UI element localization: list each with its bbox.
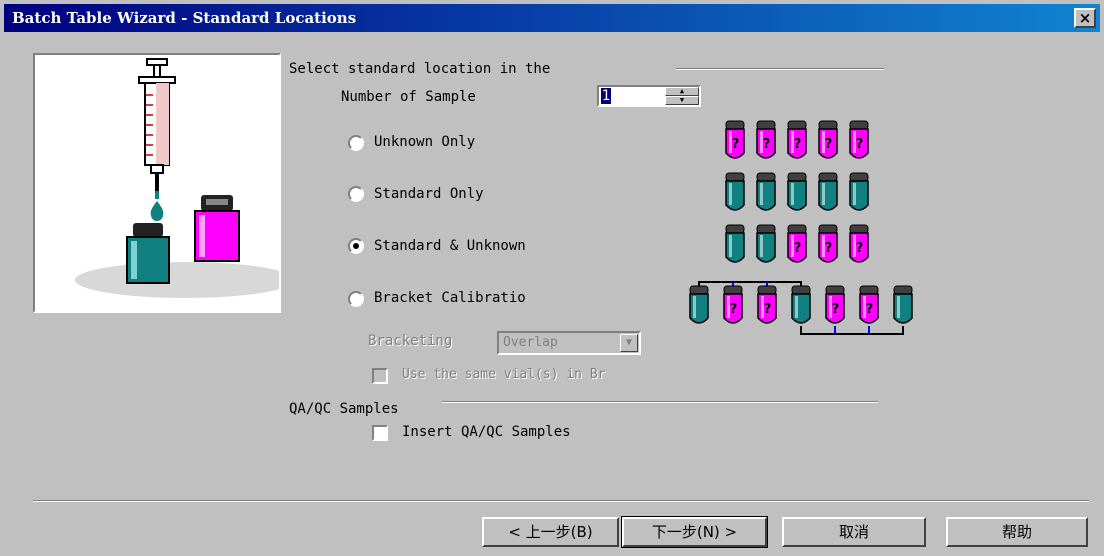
svg-text:?: ? [732,137,740,152]
same-vial-label: Use the same vial(s) in Br [402,367,606,382]
title-bar[interactable]: Batch Table Wizard - Standard Locations … [4,4,1100,32]
cancel-button[interactable]: 取消 [782,517,926,547]
vial-standard-icon [725,172,745,211]
bracketing-value: Overlap [503,335,558,350]
back-button[interactable]: < 上一步(B) [482,517,619,547]
qaqc-group-line [442,401,878,403]
svg-text:?: ? [856,137,864,152]
syringe-vials-illustration [75,58,295,298]
svg-text:?: ? [764,302,772,317]
vial-standard-icon [818,172,838,211]
close-icon: × [1078,9,1092,27]
vial-standard-icon [791,285,811,324]
window-title: Batch Table Wizard - Standard Locations [12,9,357,27]
vial-standard-icon [849,172,869,211]
radio-standard-only[interactable] [348,186,364,202]
number-of-sample-value[interactable]: 1 [601,88,611,104]
radio-standard-and-unknown[interactable] [348,238,364,254]
vial-question-icon: ? [849,120,869,159]
svg-text:?: ? [794,241,802,256]
vial-standard-icon [756,224,776,263]
insert-qaqc-label[interactable]: Insert QA/QC Samples [402,424,571,440]
vial-standard-icon [893,285,913,324]
svg-text:?: ? [794,137,802,152]
button-separator [33,500,1089,502]
location-group-line [676,68,884,70]
unknown-bottle-icon [194,195,240,262]
vial-pattern-diagrams: ???????????? [689,120,913,335]
vial-standard-icon [689,285,709,324]
vial-standard-icon [756,172,776,211]
bracketing-label: Bracketing [368,333,453,349]
vial-question-icon: ? [757,285,777,324]
svg-text:?: ? [856,241,864,256]
number-of-sample-spinner[interactable]: 1 ▲ ▼ [597,85,701,107]
insert-qaqc-checkbox[interactable] [372,425,388,441]
number-of-sample-label: Number of Sample [341,89,476,105]
spinner-arrows[interactable]: ▲ ▼ [665,87,699,105]
vial-question-icon: ? [723,285,743,324]
standard-and-unknown-label[interactable]: Standard & Unknown [374,238,526,254]
bracketing-select[interactable]: Overlap ▼ [497,331,641,355]
radio-unknown-only[interactable] [348,135,364,151]
unknown-only-label[interactable]: Unknown Only [374,134,475,150]
same-vial-checkbox[interactable] [372,368,388,384]
spin-down-icon[interactable]: ▼ [665,96,699,105]
standard-bottle-icon [126,223,170,284]
vial-question-icon: ? [725,120,745,159]
vial-question-icon: ? [825,285,845,324]
vial-question-icon: ? [849,224,869,263]
wizard-illustration [33,53,295,313]
close-button[interactable]: × [1074,8,1096,28]
vial-question-icon: ? [818,224,838,263]
vial-question-icon: ? [756,120,776,159]
svg-text:?: ? [730,302,738,317]
next-button[interactable]: 下一步(N) > [621,516,768,548]
chevron-down-icon[interactable]: ▼ [620,334,638,352]
svg-text:?: ? [825,241,833,256]
location-group-title: Select standard location in the [289,61,551,77]
vial-question-icon: ? [787,120,807,159]
svg-text:?: ? [763,137,771,152]
vial-standard-icon [725,224,745,263]
svg-text:?: ? [832,302,840,317]
qaqc-group-title: QA/QC Samples [289,401,399,417]
bracket-calibration-label[interactable]: Bracket Calibratio [374,290,526,306]
svg-text:?: ? [825,137,833,152]
vial-question-icon: ? [818,120,838,159]
standard-only-label[interactable]: Standard Only [374,186,484,202]
batch-table-wizard-dialog: Batch Table Wizard - Standard Locations … [0,0,1104,556]
vial-question-icon: ? [787,224,807,263]
syringe-icon [138,58,176,221]
vial-standard-icon [787,172,807,211]
help-button[interactable]: 帮助 [946,517,1088,547]
radio-bracket-calibration[interactable] [348,291,364,307]
svg-text:?: ? [866,302,874,317]
vial-question-icon: ? [859,285,879,324]
spin-up-icon[interactable]: ▲ [665,87,699,96]
